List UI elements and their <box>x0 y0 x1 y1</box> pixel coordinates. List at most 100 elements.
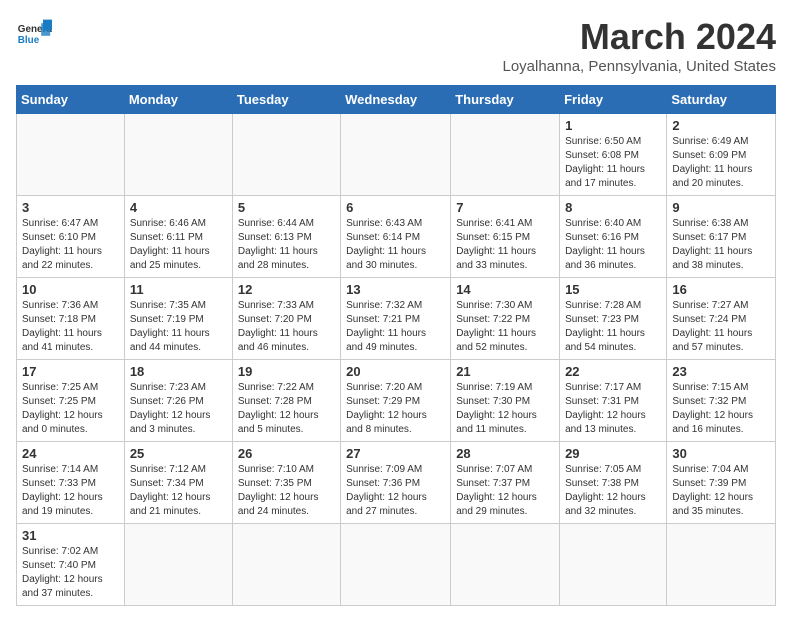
calendar-cell <box>124 524 232 606</box>
day-info: Sunrise: 6:49 AM Sunset: 6:09 PM Dayligh… <box>672 135 770 191</box>
calendar-cell: 28 Sunrise: 7:07 AM Sunset: 7:37 PM Dayli… <box>451 442 560 524</box>
calendar-cell: 3 Sunrise: 6:47 AM Sunset: 6:10 PM Daylig… <box>17 196 125 278</box>
calendar-cell <box>341 524 451 606</box>
day-info: Sunrise: 7:07 AM Sunset: 7:37 PM Dayligh… <box>456 463 554 519</box>
calendar-cell <box>17 114 125 196</box>
calendar-cell: 17 Sunrise: 7:25 AM Sunset: 7:25 PM Dayli… <box>17 360 125 442</box>
page-header: General Blue March 2024 Loyalhanna, Penn… <box>16 16 776 75</box>
day-number: 21 <box>456 364 554 379</box>
calendar-cell: 5 Sunrise: 6:44 AM Sunset: 6:13 PM Daylig… <box>232 196 340 278</box>
column-header-wednesday: Wednesday <box>341 86 451 114</box>
calendar-cell: 7Sunrise: 6:41 AM Sunset: 6:15 PM Daylig… <box>451 196 560 278</box>
day-info: Sunrise: 7:12 AM Sunset: 7:34 PM Dayligh… <box>130 463 227 519</box>
calendar-cell: 26 Sunrise: 7:10 AM Sunset: 7:35 PM Dayli… <box>232 442 340 524</box>
calendar-cell: 13 Sunrise: 7:32 AM Sunset: 7:21 PM Dayli… <box>341 278 451 360</box>
day-info: Sunrise: 7:35 AM Sunset: 7:19 PM Dayligh… <box>130 299 227 355</box>
day-info: Sunrise: 7:32 AM Sunset: 7:21 PM Dayligh… <box>346 299 445 355</box>
calendar-cell: 6 Sunrise: 6:43 AM Sunset: 6:14 PM Daylig… <box>341 196 451 278</box>
calendar-cell: 9 Sunrise: 6:38 AM Sunset: 6:17 PM Daylig… <box>667 196 776 278</box>
calendar-cell <box>560 524 667 606</box>
svg-text:Blue: Blue <box>18 35 40 46</box>
calendar-cell: 2 Sunrise: 6:49 AM Sunset: 6:09 PM Daylig… <box>667 114 776 196</box>
calendar-cell: 31 Sunrise: 7:02 AM Sunset: 7:40 PM Dayli… <box>17 524 125 606</box>
day-number: 28 <box>456 446 554 461</box>
day-info: Sunrise: 7:25 AM Sunset: 7:25 PM Dayligh… <box>22 381 119 437</box>
day-info: Sunrise: 7:05 AM Sunset: 7:38 PM Dayligh… <box>565 463 661 519</box>
day-number: 13 <box>346 282 445 297</box>
day-number: 22 <box>565 364 661 379</box>
day-info: Sunrise: 7:28 AM Sunset: 7:23 PM Dayligh… <box>565 299 661 355</box>
day-info: Sunrise: 7:17 AM Sunset: 7:31 PM Dayligh… <box>565 381 661 437</box>
day-info: Sunrise: 7:19 AM Sunset: 7:30 PM Dayligh… <box>456 381 554 437</box>
day-info: Sunrise: 6:43 AM Sunset: 6:14 PM Dayligh… <box>346 217 445 273</box>
calendar-cell: 27 Sunrise: 7:09 AM Sunset: 7:36 PM Dayli… <box>341 442 451 524</box>
calendar-week-5: 31 Sunrise: 7:02 AM Sunset: 7:40 PM Dayli… <box>17 524 776 606</box>
calendar-week-2: 10 Sunrise: 7:36 AM Sunset: 7:18 PM Dayli… <box>17 278 776 360</box>
day-info: Sunrise: 7:10 AM Sunset: 7:35 PM Dayligh… <box>238 463 335 519</box>
logo: General Blue <box>16 16 52 52</box>
day-info: Sunrise: 6:40 AM Sunset: 6:16 PM Dayligh… <box>565 217 661 273</box>
calendar-cell <box>451 114 560 196</box>
day-number: 23 <box>672 364 770 379</box>
day-info: Sunrise: 7:27 AM Sunset: 7:24 PM Dayligh… <box>672 299 770 355</box>
day-info: Sunrise: 6:38 AM Sunset: 6:17 PM Dayligh… <box>672 217 770 273</box>
day-info: Sunrise: 7:14 AM Sunset: 7:33 PM Dayligh… <box>22 463 119 519</box>
column-header-sunday: Sunday <box>17 86 125 114</box>
day-info: Sunrise: 7:09 AM Sunset: 7:36 PM Dayligh… <box>346 463 445 519</box>
day-number: 17 <box>22 364 119 379</box>
day-number: 26 <box>238 446 335 461</box>
day-number: 18 <box>130 364 227 379</box>
day-number: 4 <box>130 200 227 215</box>
day-number: 5 <box>238 200 335 215</box>
column-header-saturday: Saturday <box>667 86 776 114</box>
day-info: Sunrise: 7:33 AM Sunset: 7:20 PM Dayligh… <box>238 299 335 355</box>
calendar-cell: 25 Sunrise: 7:12 AM Sunset: 7:34 PM Dayli… <box>124 442 232 524</box>
location-subtitle: Loyalhanna, Pennsylvania, United States <box>502 58 776 75</box>
calendar-cell <box>451 524 560 606</box>
day-number: 20 <box>346 364 445 379</box>
day-number: 6 <box>346 200 445 215</box>
calendar-cell <box>232 524 340 606</box>
day-info: Sunrise: 7:02 AM Sunset: 7:40 PM Dayligh… <box>22 545 119 601</box>
calendar-cell: 8Sunrise: 6:40 AM Sunset: 6:16 PM Daylig… <box>560 196 667 278</box>
day-number: 3 <box>22 200 119 215</box>
day-number: 1 <box>565 118 661 133</box>
day-number: 9 <box>672 200 770 215</box>
calendar-cell: 24 Sunrise: 7:14 AM Sunset: 7:33 PM Dayli… <box>17 442 125 524</box>
day-info: Sunrise: 6:44 AM Sunset: 6:13 PM Dayligh… <box>238 217 335 273</box>
column-header-thursday: Thursday <box>451 86 560 114</box>
day-number: 25 <box>130 446 227 461</box>
calendar-week-1: 3 Sunrise: 6:47 AM Sunset: 6:10 PM Daylig… <box>17 196 776 278</box>
day-number: 19 <box>238 364 335 379</box>
calendar-cell: 14Sunrise: 7:30 AM Sunset: 7:22 PM Dayli… <box>451 278 560 360</box>
month-year-title: March 2024 <box>502 16 776 58</box>
day-info: Sunrise: 6:50 AM Sunset: 6:08 PM Dayligh… <box>565 135 661 191</box>
calendar-cell <box>341 114 451 196</box>
calendar-cell: 18Sunrise: 7:23 AM Sunset: 7:26 PM Dayli… <box>124 360 232 442</box>
day-number: 31 <box>22 528 119 543</box>
column-header-friday: Friday <box>560 86 667 114</box>
calendar-cell: 15 Sunrise: 7:28 AM Sunset: 7:23 PM Dayli… <box>560 278 667 360</box>
day-number: 27 <box>346 446 445 461</box>
day-number: 10 <box>22 282 119 297</box>
day-number: 15 <box>565 282 661 297</box>
calendar-table: SundayMondayTuesdayWednesdayThursdayFrid… <box>16 85 776 606</box>
logo-icon: General Blue <box>16 16 52 52</box>
day-info: Sunrise: 6:46 AM Sunset: 6:11 PM Dayligh… <box>130 217 227 273</box>
day-info: Sunrise: 7:20 AM Sunset: 7:29 PM Dayligh… <box>346 381 445 437</box>
day-number: 24 <box>22 446 119 461</box>
column-header-monday: Monday <box>124 86 232 114</box>
day-number: 29 <box>565 446 661 461</box>
title-block: March 2024 Loyalhanna, Pennsylvania, Uni… <box>502 16 776 75</box>
calendar-cell: 29 Sunrise: 7:05 AM Sunset: 7:38 PM Dayli… <box>560 442 667 524</box>
day-info: Sunrise: 7:15 AM Sunset: 7:32 PM Dayligh… <box>672 381 770 437</box>
day-info: Sunrise: 6:47 AM Sunset: 6:10 PM Dayligh… <box>22 217 119 273</box>
day-number: 16 <box>672 282 770 297</box>
day-number: 14 <box>456 282 554 297</box>
calendar-cell: 22 Sunrise: 7:17 AM Sunset: 7:31 PM Dayli… <box>560 360 667 442</box>
day-info: Sunrise: 7:36 AM Sunset: 7:18 PM Dayligh… <box>22 299 119 355</box>
day-number: 11 <box>130 282 227 297</box>
day-number: 2 <box>672 118 770 133</box>
calendar-cell: 30Sunrise: 7:04 AM Sunset: 7:39 PM Dayli… <box>667 442 776 524</box>
calendar-cell: 11 Sunrise: 7:35 AM Sunset: 7:19 PM Dayli… <box>124 278 232 360</box>
